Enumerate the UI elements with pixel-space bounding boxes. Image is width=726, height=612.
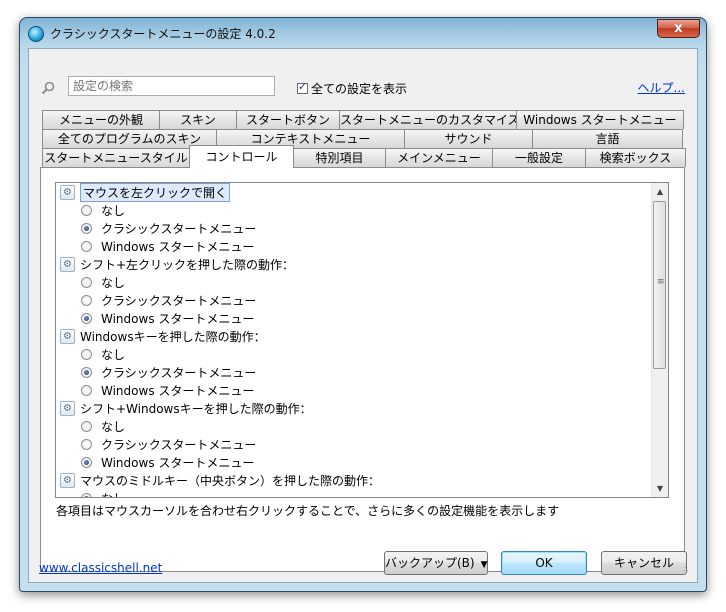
backup-label: バックアップ(B) (385, 556, 475, 570)
group-left-click[interactable]: ⚙ マウスを左クリックで開く (60, 183, 231, 202)
radio-label: なし (101, 419, 126, 434)
dialog-client: 全ての設定を表示 ヘルプ... メニューの外観 スキン スタートボタン スタート… (28, 48, 698, 583)
hint-text: 各項目はマウスカーソルを合わせ右クリックすることで、さらに多くの設定機能を表示し… (56, 504, 560, 518)
radio-button[interactable] (81, 420, 92, 432)
classic-shell-icon (28, 26, 44, 42)
radio-option[interactable]: なし (81, 201, 125, 219)
tab-row-3: スタートメニュースタイル コントロール 特別項目 メインメニュー 一般設定 検索… (42, 145, 686, 168)
group-shift-windows-key[interactable]: ⚙ シフト+Windowsキーを押した際の動作： (60, 399, 312, 417)
radio-button-checked[interactable] (81, 492, 92, 497)
scrollbar-thumb[interactable]: ≡ (653, 201, 666, 369)
radio-label: なし (101, 347, 126, 362)
radio-label: なし (101, 275, 126, 290)
search-input[interactable] (68, 76, 275, 96)
scroll-up-arrow-icon[interactable]: ▲ (652, 183, 668, 200)
radio-option[interactable]: なし (81, 273, 125, 291)
dropdown-arrow-icon: ▼ (480, 560, 488, 570)
radio-label: クラシックスタートメニュー (101, 293, 257, 308)
search-icon (41, 81, 55, 95)
radio-option[interactable]: Windows スタートメニュー (81, 381, 254, 399)
radio-button[interactable] (81, 276, 92, 288)
close-button[interactable]: x (657, 19, 700, 38)
tab-windows-start-menu[interactable]: Windows スタートメニュー (516, 110, 684, 129)
group-middle-click[interactable]: ⚙ マウスのミドルキー（中央ボタン）を押した際の動作： (60, 471, 380, 489)
group-windows-key[interactable]: ⚙ Windowsキーを押した際の動作： (60, 327, 266, 345)
radio-option[interactable]: クラシックスタートメニュー (81, 219, 256, 237)
radio-label: Windows スタートメニュー (101, 383, 255, 398)
tab-controls[interactable]: コントロール (189, 145, 294, 168)
settings-tree: ⚙ マウスを左クリックで開く なし クラシックスタートメニュー Windows … (55, 182, 669, 498)
cancel-button[interactable]: キャンセル (601, 551, 687, 575)
tab-general-settings[interactable]: 一般設定 (492, 148, 586, 167)
group-label: シフト+左クリックを押した際の動作： (80, 257, 295, 272)
resize-grip-icon[interactable]: ∴ (683, 566, 695, 580)
settings-group-icon: ⚙ (60, 472, 75, 488)
radio-label: Windows スタートメニュー (101, 239, 255, 254)
group-label: マウスを左クリックで開く (80, 183, 231, 202)
backup-button[interactable]: バックアップ(B) ▼ (384, 551, 488, 575)
tab-skin[interactable]: スキン (159, 110, 237, 129)
radio-option[interactable]: なし (81, 345, 125, 363)
ok-button[interactable]: OK (501, 551, 587, 575)
group-label: マウスのミドルキー（中央ボタン）を押した際の動作： (80, 473, 381, 488)
radio-button-checked[interactable] (81, 456, 92, 468)
radio-button[interactable] (81, 240, 92, 252)
settings-window: クラシックスタートメニューの設定 4.0.2 x 全ての設定を表示 ヘルプ...… (19, 17, 707, 592)
radio-option[interactable]: クラシックスタートメニュー (81, 291, 256, 309)
radio-label: なし (101, 203, 126, 218)
controls-tab-panel: ⚙ マウスを左クリックで開く なし クラシックスタートメニュー Windows … (40, 167, 685, 572)
tab-start-menu-style[interactable]: スタートメニュースタイル (42, 148, 190, 167)
title-bar[interactable]: クラシックスタートメニューの設定 4.0.2 x (20, 18, 706, 48)
radio-option[interactable]: クラシックスタートメニュー (81, 363, 256, 381)
settings-group-icon: ⚙ (60, 184, 75, 200)
scroll-down-arrow-icon[interactable]: ▼ (652, 480, 668, 497)
tab-search-box[interactable]: 検索ボックス (585, 148, 686, 167)
settings-group-icon: ⚙ (60, 328, 75, 344)
radio-button[interactable] (81, 438, 92, 450)
radio-label: クラシックスタートメニュー (101, 221, 257, 236)
radio-button-checked[interactable] (81, 222, 92, 234)
tab-language[interactable]: 言語 (532, 129, 683, 148)
show-all-label: 全ての設定を表示 (311, 82, 408, 96)
settings-group-icon: ⚙ (60, 256, 75, 272)
radio-option[interactable]: クラシックスタートメニュー (81, 435, 256, 453)
window-title: クラシックスタートメニューの設定 4.0.2 (50, 27, 276, 41)
radio-label: クラシックスタートメニュー (101, 365, 257, 380)
group-label: Windowsキーを押した際の動作： (80, 329, 266, 344)
website-link[interactable]: www.classicshell.net (39, 561, 162, 575)
tab-row-1: メニューの外観 スキン スタートボタン スタートメニューのカスタマイズ Wind… (42, 110, 684, 129)
tab-start-menu-customize[interactable]: スタートメニューのカスタマイズ (339, 110, 517, 129)
radio-option[interactable]: Windows スタートメニュー (81, 309, 254, 327)
radio-button[interactable] (81, 348, 92, 360)
group-label: シフト+Windowsキーを押した際の動作： (80, 401, 312, 416)
settings-group-icon: ⚙ (60, 400, 75, 416)
help-link[interactable]: ヘルプ... (638, 79, 685, 96)
show-all-settings[interactable]: 全ての設定を表示 (297, 80, 407, 97)
tab-row-2: 全てのプログラムのスキン コンテキストメニュー サウンド 言語 (42, 129, 683, 148)
radio-label: Windows スタートメニュー (101, 311, 255, 326)
radio-option[interactable]: なし (81, 489, 125, 497)
radio-option[interactable]: Windows スタートメニュー (81, 237, 254, 255)
radio-option[interactable]: Windows スタートメニュー (81, 453, 254, 471)
group-shift-left-click[interactable]: ⚙ シフト+左クリックを押した際の動作： (60, 255, 294, 273)
scrollbar-grip-icon: ≡ (657, 277, 665, 287)
radio-label: なし (101, 490, 125, 498)
radio-button-checked[interactable] (81, 366, 92, 378)
tab-sound[interactable]: サウンド (404, 129, 533, 148)
radio-button[interactable] (81, 384, 92, 396)
tab-main-menu[interactable]: メインメニュー (385, 148, 493, 167)
radio-button-checked[interactable] (81, 312, 92, 324)
tab-start-button[interactable]: スタートボタン (236, 110, 340, 129)
radio-label: Windows スタートメニュー (101, 455, 255, 470)
radio-option[interactable]: なし (81, 417, 125, 435)
tab-special-items[interactable]: 特別項目 (293, 148, 386, 167)
radio-button[interactable] (81, 204, 92, 216)
radio-button[interactable] (81, 294, 92, 306)
vertical-scrollbar[interactable]: ▲ ≡ ▼ (651, 183, 668, 497)
radio-label: クラシックスタートメニュー (101, 437, 257, 452)
tab-menu-appearance[interactable]: メニューの外観 (42, 110, 160, 129)
show-all-checkbox[interactable] (297, 80, 308, 94)
